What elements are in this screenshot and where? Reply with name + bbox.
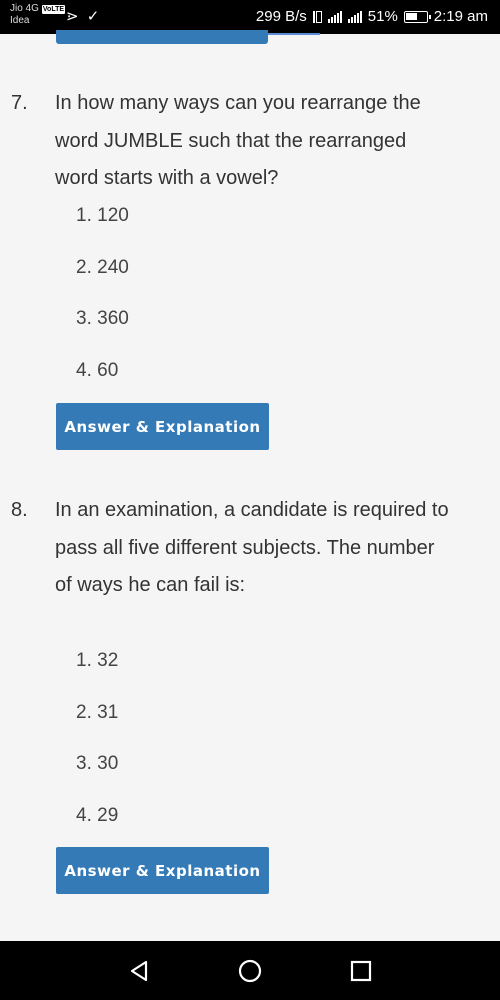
question-text: 8. In an examination, a candidate is requ… — [11, 492, 453, 605]
options-list: 1. 120 2. 240 3. 360 4. 60 — [76, 206, 129, 412]
status-bar: Jio 4G VoLTE Idea ⋗ ✓ 299 B/s 51% 2:19 a… — [0, 0, 500, 34]
option-1[interactable]: 1. 32 — [76, 651, 118, 703]
option-2[interactable]: 2. 31 — [76, 702, 118, 755]
carrier-1: Jio 4G — [10, 3, 39, 14]
carrier-info: Jio 4G VoLTE Idea — [10, 3, 66, 27]
option-3[interactable]: 3. 360 — [76, 309, 129, 361]
battery-icon — [403, 10, 431, 23]
notification-icons: ⋗ ✓ — [66, 8, 102, 25]
signal-icon — [327, 10, 342, 23]
question-number: 7. — [11, 92, 28, 114]
vibrate-icon — [312, 10, 322, 23]
clock: 2:19 am — [433, 8, 488, 25]
previous-answer-button[interactable] — [56, 30, 268, 44]
back-triangle-icon[interactable] — [124, 955, 156, 987]
option-3[interactable]: 3. 30 — [76, 754, 118, 806]
navigation-bar — [0, 941, 500, 1000]
status-right: 299 B/s 51% 2:19 am — [256, 8, 488, 25]
battery-percent: 51% — [367, 8, 398, 25]
question-text: 7. In how many ways can you rearrange the… — [11, 85, 453, 198]
network-speed: 299 B/s — [255, 8, 307, 25]
options-list: 1. 32 2. 31 3. 30 4. 29 — [76, 651, 118, 857]
option-1[interactable]: 1. 120 — [76, 206, 129, 258]
answer-explanation-button[interactable]: Answer & Explanation — [56, 403, 269, 450]
home-circle-icon[interactable] — [234, 955, 266, 987]
signal-icon-2 — [347, 10, 362, 23]
question-body: In how many ways can you rearrange the w… — [55, 92, 421, 189]
carrier-2: Idea — [10, 15, 30, 26]
recents-square-icon[interactable] — [345, 955, 377, 987]
question-body: In an examination, a candidate is requir… — [55, 499, 449, 596]
option-2[interactable]: 2. 240 — [76, 257, 129, 310]
question-number: 8. — [11, 499, 28, 521]
answer-explanation-button[interactable]: Answer & Explanation — [56, 847, 269, 894]
volte-icon: VoLTE — [41, 4, 66, 14]
